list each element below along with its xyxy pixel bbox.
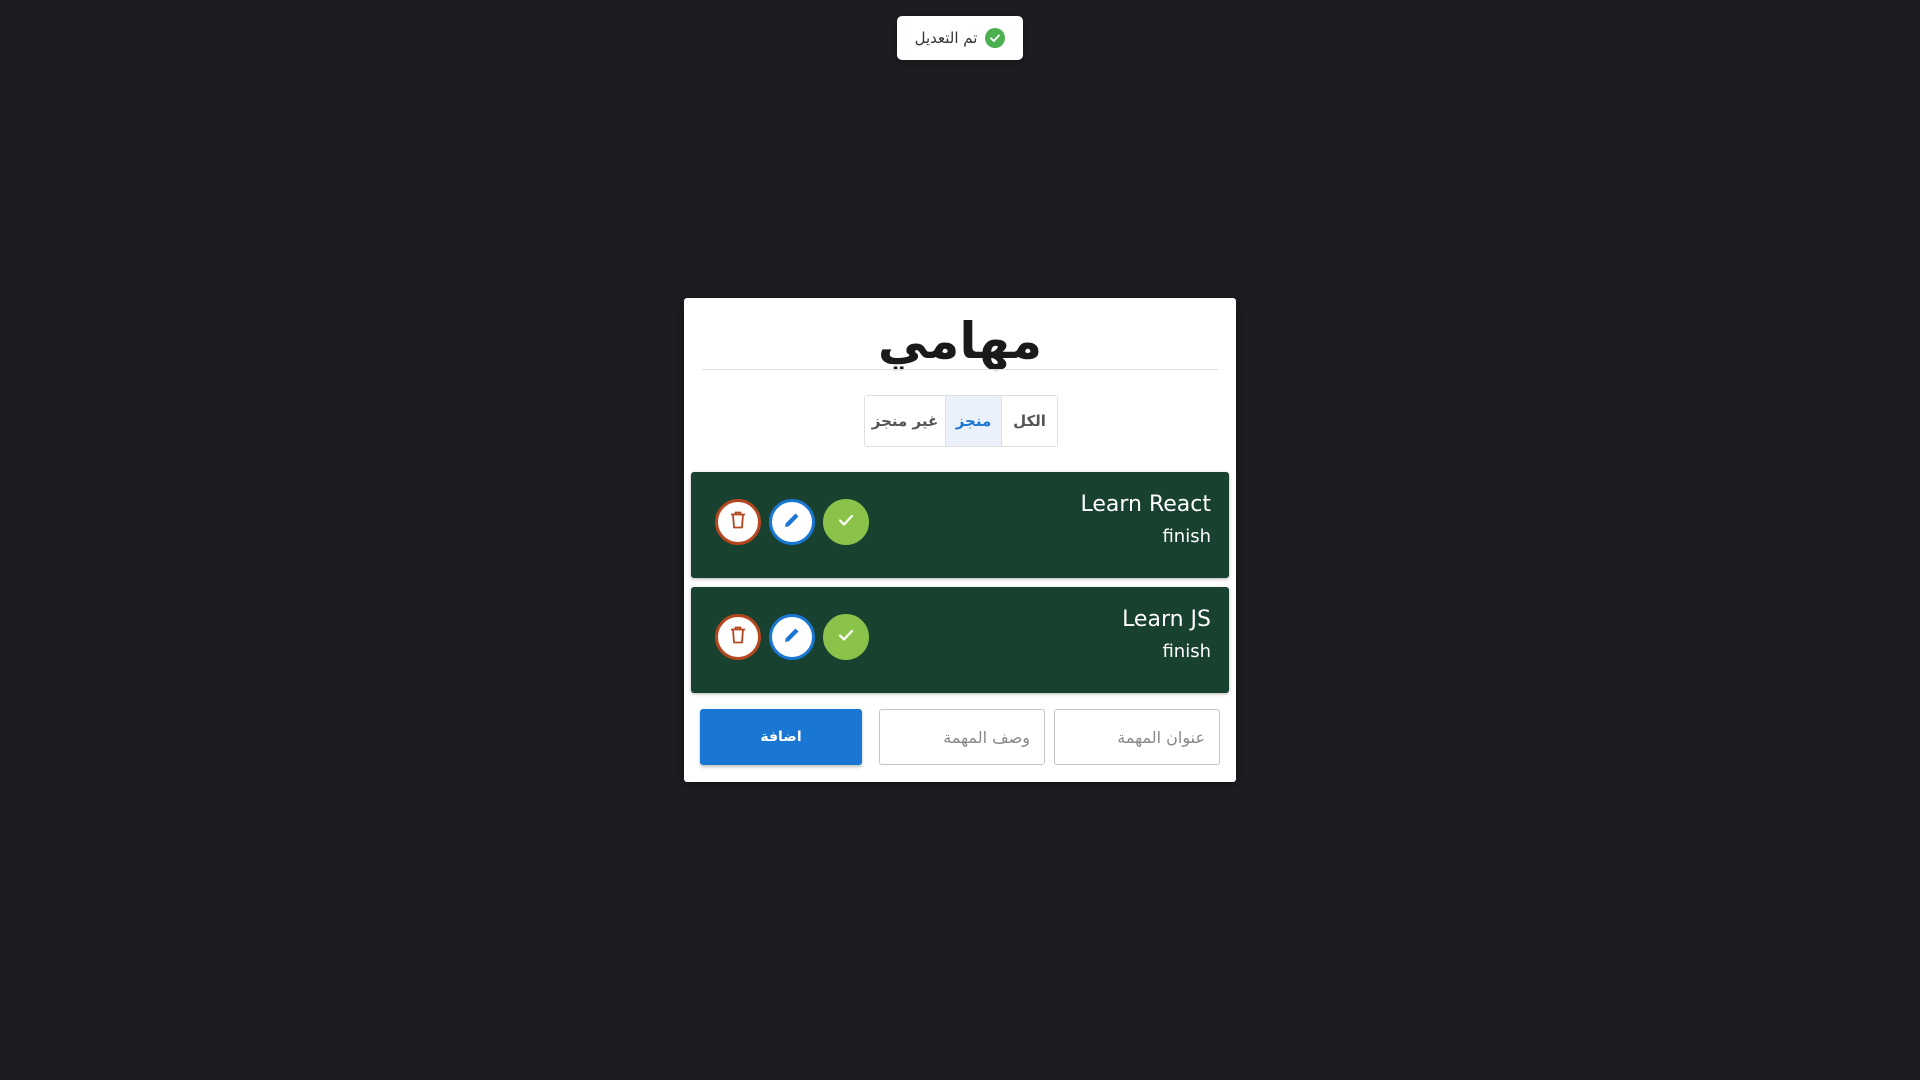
complete-button[interactable] [823,499,869,545]
check-icon [837,626,855,648]
delete-button[interactable] [715,499,761,545]
page-title: مهامي [877,312,1043,370]
check-icon [837,511,855,533]
todo-text: Learn React finish [1080,490,1211,550]
complete-button[interactable] [823,614,869,660]
edit-button[interactable] [769,614,815,660]
filter-all-button[interactable]: الكل [1001,396,1057,446]
todo-description: finish [1162,526,1211,547]
description-input[interactable] [879,709,1045,765]
pencil-icon [783,626,801,648]
delete-button[interactable] [715,614,761,660]
filter-done-button[interactable]: منجز [945,396,1001,446]
edit-button[interactable] [769,499,815,545]
todo-actions [715,499,869,545]
toast-notification: تم التعديل [897,16,1023,60]
todo-text: Learn JS finish [1122,605,1211,665]
todo-card: مهامي الكل منجز غير منجز Learn React fin… [684,298,1236,782]
todo-item: Learn React finish [691,472,1229,578]
filter-toggle-group: الكل منجز غير منجز [864,395,1058,447]
pencil-icon [783,511,801,533]
add-button[interactable]: اضافة [700,709,862,765]
todo-actions [715,614,869,660]
title-divider [702,369,1218,370]
filter-not-done-button[interactable]: غير منجز [865,396,945,446]
add-todo-form: اضافة [700,709,1220,765]
title-input[interactable] [1054,709,1220,765]
trash-icon [730,511,746,533]
todo-title: Learn React [1080,492,1211,517]
trash-icon [730,626,746,648]
todo-title: Learn JS [1122,607,1211,632]
todo-description: finish [1162,641,1211,662]
toast-text: تم التعديل [914,29,978,47]
check-circle-icon [985,28,1006,48]
todo-item: Learn JS finish [691,587,1229,693]
